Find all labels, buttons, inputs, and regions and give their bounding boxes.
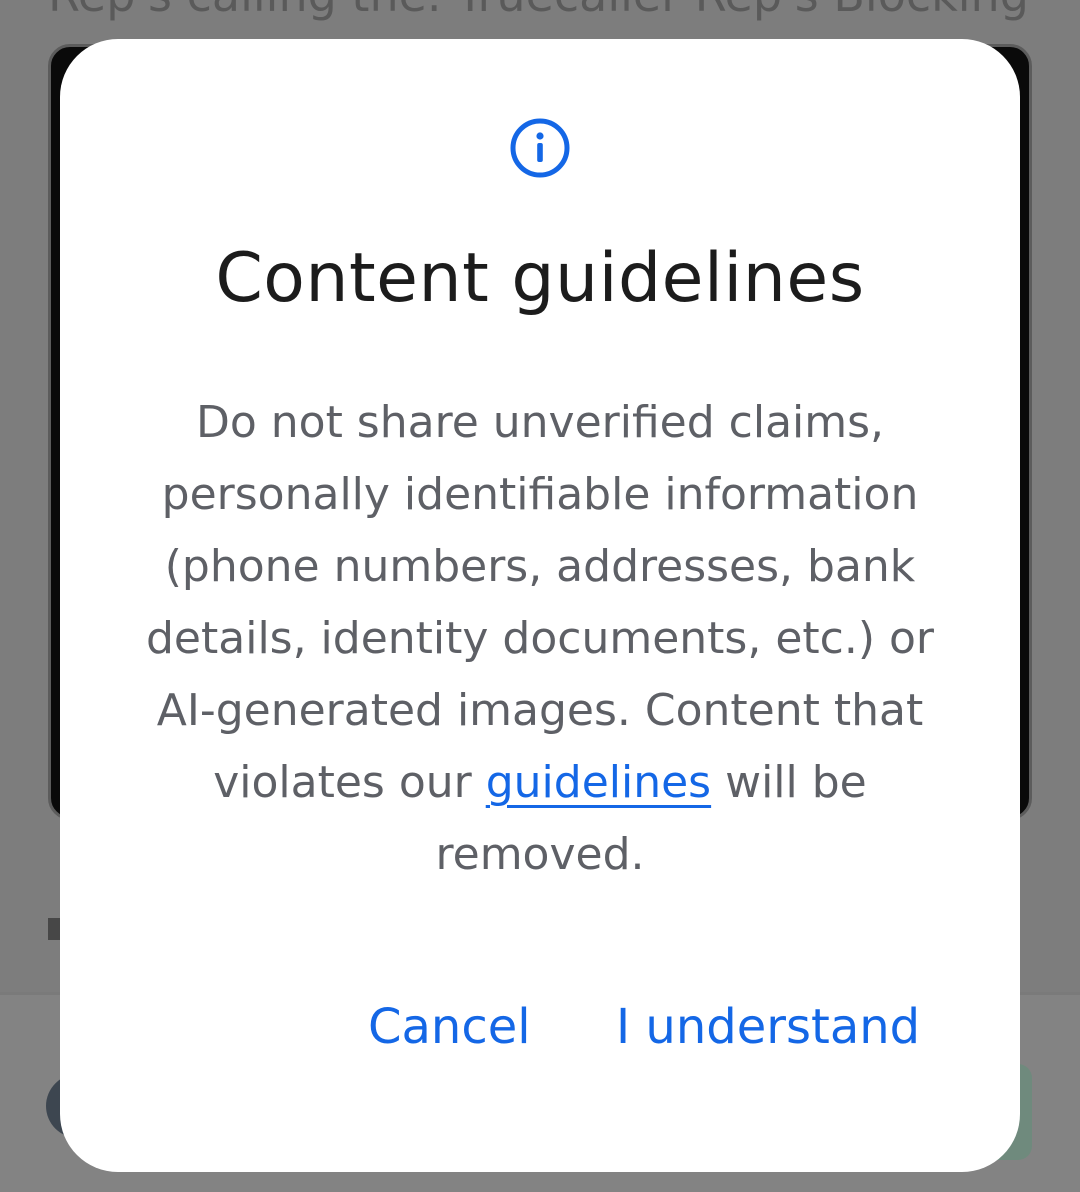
content-guidelines-dialog: Content guidelines Do not share unverifi… bbox=[60, 39, 1020, 1172]
dialog-message: Do not share unverified claims, personal… bbox=[130, 387, 950, 891]
cancel-button[interactable]: Cancel bbox=[368, 999, 531, 1055]
i-understand-button[interactable]: I understand bbox=[616, 999, 920, 1055]
screen: Rep's calling the. Truecaller Rep's Bloc… bbox=[0, 0, 1080, 1192]
message-text: Do not share unverified claims, personal… bbox=[146, 397, 934, 808]
dialog-title: Content guidelines bbox=[215, 239, 865, 318]
info-icon bbox=[510, 118, 570, 178]
background-title: Rep's calling the. Truecaller Rep's Bloc… bbox=[48, 0, 1029, 22]
background-indicator bbox=[48, 918, 60, 940]
guidelines-link[interactable]: guidelines bbox=[486, 757, 711, 808]
